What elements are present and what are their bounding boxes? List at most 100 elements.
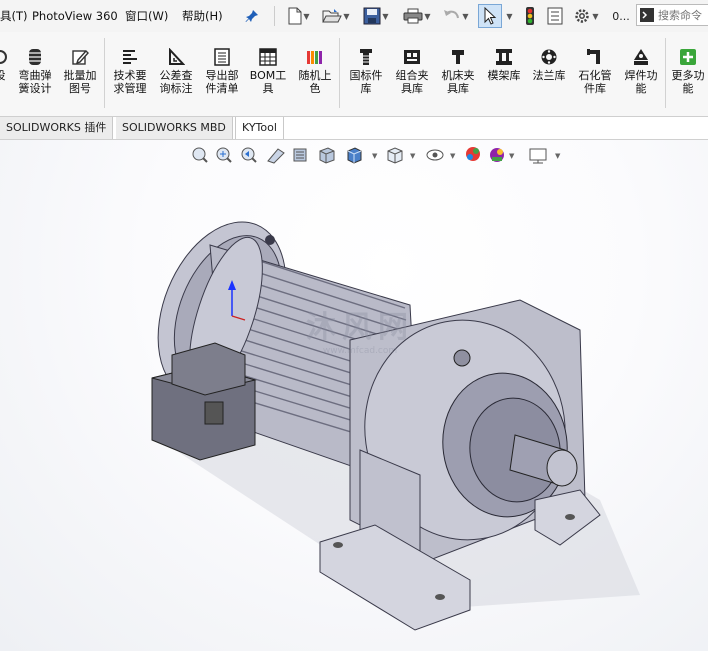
- file-properties-button[interactable]: [544, 4, 566, 28]
- ribbon-button-pipe-fittings[interactable]: 石化管 件库: [573, 48, 617, 95]
- mold-base-icon: [496, 49, 512, 65]
- command-prompt-icon: [640, 8, 654, 22]
- export-list-icon: [214, 48, 230, 66]
- ribbon-button-batch-number[interactable]: 批量加 图号: [58, 48, 102, 95]
- chevron-down-icon: ▼: [343, 11, 350, 21]
- command-manager-tabs: SOLIDWORKS 插件 SOLIDWORKS MBD KYTool: [0, 117, 708, 140]
- screw-icon: [360, 49, 372, 65]
- print-button[interactable]: ▼: [400, 4, 434, 28]
- tolerance-triangle-icon: [169, 48, 185, 65]
- undo-button[interactable]: ▼: [440, 4, 472, 28]
- tab-solidworks-addins[interactable]: SOLIDWORKS 插件: [0, 117, 114, 139]
- pipe-fitting-icon: [587, 49, 600, 64]
- select-button[interactable]: [478, 4, 502, 28]
- ribbon-label: 技术要 求管理: [113, 69, 147, 95]
- chevron-down-icon: ▼: [424, 11, 431, 21]
- menu-photoview-label: PhotoView 360: [32, 9, 118, 23]
- options-button[interactable]: ▼: [568, 4, 604, 28]
- watermark-text: 沐风网: [306, 310, 414, 345]
- weldment-icon: [634, 49, 648, 65]
- plus-icon: [680, 49, 696, 65]
- ribbon-label: 公差查 询标注: [159, 69, 193, 95]
- menu-tools-label: 具(T): [0, 9, 28, 23]
- ribbon-label: 法兰库: [532, 69, 566, 82]
- save-button[interactable]: ▼: [360, 4, 392, 28]
- pin-menu-button[interactable]: [242, 4, 262, 28]
- flange-icon: [541, 49, 557, 65]
- ribbon-button-tech-requirements[interactable]: 技术要 求管理: [108, 48, 152, 95]
- cursor-arrow-icon: [484, 7, 497, 25]
- graphics-area[interactable]: ▼ ▼ ▼ ▼ ▼ 沐风网 www.mfcad.com: [0, 140, 708, 651]
- ribbon-button-machine-fixtures[interactable]: 机床夹 具库: [436, 48, 480, 95]
- chevron-down-icon: ▼: [592, 11, 599, 21]
- ribbon-label: 国标件 库: [349, 69, 383, 95]
- traffic-light-icon: [526, 7, 534, 25]
- ribbon-label: 组合夹 具库: [395, 69, 429, 95]
- ribbon-button-standard-parts[interactable]: 国标件 库: [344, 48, 388, 95]
- watermark-url: www.mfcad.com: [322, 346, 398, 356]
- chevron-down-icon: ▼: [506, 11, 513, 21]
- ribbon-label: BOM工 具: [249, 69, 287, 95]
- ribbon-label: 批量加 图号: [63, 69, 97, 95]
- chevron-down-icon: ▼: [303, 11, 310, 21]
- menu-help-label: 帮助(H): [182, 9, 223, 23]
- menu-help[interactable]: 帮助(H): [182, 0, 223, 32]
- ribbon-label: 导出部 件清单: [205, 69, 239, 95]
- ribbon-button-tolerance[interactable]: 公差查 询标注: [154, 48, 198, 95]
- menu-photoview[interactable]: PhotoView 360: [32, 0, 118, 32]
- site-watermark: 沐风网 www.mfcad.com: [275, 302, 445, 356]
- tab-kytool[interactable]: KYTool: [235, 117, 284, 139]
- tab-label: SOLIDWORKS 插件: [6, 121, 107, 134]
- ribbon-button-modular-fixtures[interactable]: 组合夹 具库: [390, 48, 434, 95]
- ribbon-label: 弯曲弹 簧设计: [18, 69, 52, 95]
- text-lines-icon: [123, 50, 137, 64]
- menu-window-label: 窗口(W): [125, 9, 169, 23]
- rebuild-button[interactable]: [520, 4, 540, 28]
- ribbon-divider: [104, 38, 105, 108]
- open-folder-icon: [322, 9, 343, 23]
- pin-icon: [245, 10, 258, 22]
- ribbon-label: 焊件功 能: [624, 69, 658, 95]
- menu-tools[interactable]: 具(T): [0, 0, 28, 32]
- open-document-button[interactable]: ▼: [320, 4, 352, 28]
- ribbon-button-more-functions[interactable]: 更多功 能: [666, 48, 708, 95]
- quick-access-overflow[interactable]: 0...: [610, 4, 632, 28]
- top-menu-bar: 具(T) PhotoView 360 窗口(W) 帮助(H) ▼ ▼ ▼ ▼ ▼…: [0, 0, 708, 33]
- ribbon-label: 随机上 色: [298, 69, 332, 95]
- ribbon-button-mold-base[interactable]: 模架库: [482, 48, 526, 82]
- new-document-icon: [288, 7, 302, 25]
- ribbon-label: 模架库: [487, 69, 521, 82]
- command-ribbon: 设 弯曲弹 簧设计 批量加 图号 技术要 求管理 公差查 询标注 导出部 件清单…: [0, 32, 708, 117]
- ribbon-label: 更多功 能: [671, 69, 705, 95]
- command-search-input[interactable]: [658, 5, 708, 25]
- ribbon-button-export-list[interactable]: 导出部 件清单: [200, 48, 244, 95]
- fixture-icon: [404, 50, 420, 64]
- ribbon-button-bom[interactable]: BOM工 具: [246, 48, 290, 95]
- tab-label: KYTool: [242, 121, 277, 134]
- gear-icon: [575, 9, 590, 23]
- tab-solidworks-mbd[interactable]: SOLIDWORKS MBD: [116, 117, 233, 139]
- ribbon-button-flange[interactable]: 法兰库: [527, 48, 571, 82]
- save-disk-icon: [363, 7, 381, 25]
- command-search[interactable]: [636, 4, 708, 26]
- select-dropdown[interactable]: ▼: [504, 4, 514, 28]
- ribbon-label: 石化管 件库: [578, 69, 612, 95]
- ribbon-button-random-color[interactable]: 随机上 色: [293, 48, 337, 95]
- chevron-down-icon: ▼: [462, 11, 469, 21]
- new-document-button[interactable]: ▼: [284, 4, 314, 28]
- ribbon-button-spring-design[interactable]: 弯曲弹 簧设计: [13, 48, 57, 95]
- gear-motor-model[interactable]: [0, 140, 708, 651]
- divider: [274, 6, 275, 26]
- ribbon-divider: [339, 38, 340, 108]
- gear-partial-icon: [0, 50, 7, 64]
- ribbon-button-weldments[interactable]: 焊件功 能: [619, 48, 663, 95]
- tab-label: SOLIDWORKS MBD: [122, 121, 226, 134]
- file-properties-icon: [547, 7, 563, 25]
- clamp-icon: [452, 50, 464, 64]
- quick-access-more-label: 0...: [612, 9, 630, 23]
- ribbon-label: 机床夹 具库: [441, 69, 475, 95]
- bom-table-icon: [259, 48, 277, 66]
- undo-icon: [444, 10, 460, 19]
- chevron-down-icon: ▼: [382, 11, 389, 21]
- menu-window[interactable]: 窗口(W): [125, 0, 168, 32]
